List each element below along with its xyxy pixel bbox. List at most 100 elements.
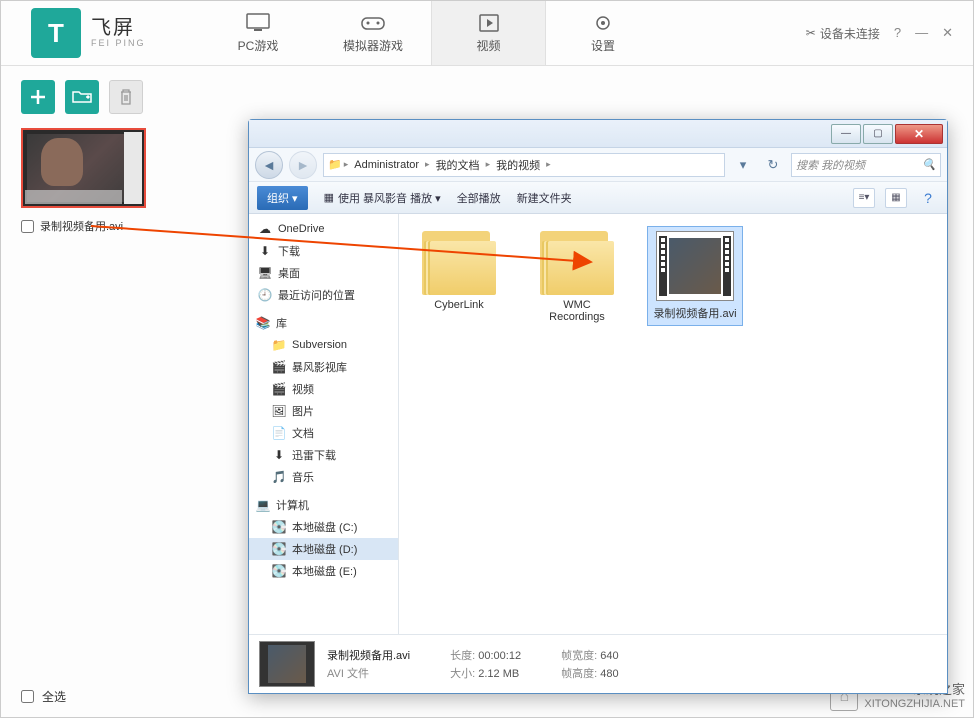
select-all-label: 全选 [42, 688, 66, 705]
breadcrumb-item[interactable]: 我的视频 [492, 157, 544, 173]
preview-pane-button[interactable]: ▦ [885, 188, 907, 208]
help-button[interactable]: ? [894, 25, 901, 41]
close-button[interactable]: ✕ [942, 25, 953, 41]
tree-item-desktop[interactable]: 🖥桌面 [249, 262, 398, 284]
select-all-bar: 全选 [21, 688, 66, 705]
svn-icon: 📁 [271, 337, 287, 353]
download-icon: ⬇ [257, 243, 273, 259]
details-thumbnail [259, 641, 315, 687]
video-icon: 🎬 [271, 381, 287, 397]
drive-icon: 💽 [271, 519, 287, 535]
play-all-button[interactable]: 全部播放 [457, 190, 501, 206]
minimize-button[interactable]: — [915, 25, 928, 41]
tree-item-recent[interactable]: 🕘最近访问的位置 [249, 284, 398, 306]
file-list: CyberLink WMC Recordings 录制视频备用.avi [399, 214, 947, 634]
tab-video[interactable]: 视频 [431, 1, 546, 65]
monitor-icon [244, 13, 272, 33]
explorer-window: — ▢ ✕ ◄ ► 📁 ▸ Administrator ▸ 我的文档 ▸ 我的视… [248, 119, 948, 694]
tree-item-downloads[interactable]: ⬇下载 [249, 240, 398, 262]
app-window: T 飞屏 FEI PING PC游戏 模拟器游戏 视频 设置 [0, 0, 974, 718]
cloud-icon: ☁ [257, 221, 273, 237]
library-icon: 📚 [255, 315, 271, 331]
import-folder-button[interactable] [65, 80, 99, 114]
explorer-nav: ◄ ► 📁 ▸ Administrator ▸ 我的文档 ▸ 我的视频 ▸ ▾ … [249, 148, 947, 182]
breadcrumb-item[interactable]: Administrator [350, 159, 423, 171]
nav-back-button[interactable]: ◄ [255, 151, 283, 179]
disconnect-icon: ✂ [806, 26, 816, 40]
breadcrumb-dropdown[interactable]: ▾ [731, 153, 755, 177]
video-filename: 录制视频备用.avi [40, 218, 123, 234]
logo-text-en: FEI PING [91, 39, 146, 49]
desktop-icon: 🖥 [257, 265, 273, 281]
tree-item-baofeng[interactable]: 🎬暴风影视库 [249, 356, 398, 378]
tree-item-subversion[interactable]: 📁Subversion [249, 334, 398, 356]
download-icon: ⬇ [271, 447, 287, 463]
file-item-folder[interactable]: CyberLink [411, 226, 507, 316]
help-button[interactable]: ? [917, 188, 939, 208]
video-icon: 🎬 [271, 359, 287, 375]
search-input[interactable]: 搜索 我的视频 🔍 [791, 153, 941, 177]
details-filename: 录制视频备用.avi [327, 647, 410, 663]
explorer-close-button[interactable]: ✕ [895, 124, 943, 144]
explorer-minimize-button[interactable]: — [831, 124, 861, 144]
drive-icon: 💽 [271, 563, 287, 579]
video-thumbnail [21, 128, 146, 208]
add-button[interactable] [21, 80, 55, 114]
file-item-video[interactable]: 录制视频备用.avi [647, 226, 743, 326]
delete-button[interactable] [109, 80, 143, 114]
folder-tree: ☁OneDrive ⬇下载 🖥桌面 🕘最近访问的位置 📚库 📁Subversio… [249, 214, 399, 634]
details-pane: 录制视频备用.avi 长度: 00:00:12 帧宽度: 640 AVI 文件 … [249, 634, 947, 692]
details-filetype: AVI 文件 [327, 665, 410, 681]
tree-item-videos[interactable]: 🎬视频 [249, 378, 398, 400]
file-item-folder[interactable]: WMC Recordings [529, 226, 625, 328]
gear-icon [589, 13, 617, 33]
tree-item-onedrive[interactable]: ☁OneDrive [249, 218, 398, 240]
tree-item-drive-e[interactable]: 💽本地磁盘 (E:) [249, 560, 398, 582]
view-mode-button[interactable]: ≡▾ [853, 188, 875, 208]
play-with-button[interactable]: ▦ 使用 暴风影音 播放 ▾ [324, 190, 441, 206]
tab-pc-games[interactable]: PC游戏 [201, 1, 316, 65]
tree-item-documents[interactable]: 📄文档 [249, 422, 398, 444]
video-item[interactable]: 录制视频备用.avi [21, 128, 146, 234]
logo-area: T 飞屏 FEI PING [1, 1, 201, 65]
search-icon: 🔍 [922, 158, 936, 171]
breadcrumb-item[interactable]: 我的文档 [432, 157, 484, 173]
organize-button[interactable]: 组织 ▾ [257, 186, 308, 210]
select-all-checkbox[interactable] [21, 690, 34, 703]
explorer-body: ☁OneDrive ⬇下载 🖥桌面 🕘最近访问的位置 📚库 📁Subversio… [249, 214, 947, 634]
image-icon: 🖼 [271, 403, 287, 419]
logo-text-cn: 飞屏 [91, 17, 146, 39]
device-status: ✂ 设备未连接 [806, 25, 880, 42]
tree-item-drive-c[interactable]: 💽本地磁盘 (C:) [249, 516, 398, 538]
music-icon: 🎵 [271, 469, 287, 485]
play-icon [475, 13, 503, 33]
main-tabs: PC游戏 模拟器游戏 视频 设置 [201, 1, 703, 65]
tree-libraries[interactable]: 📚库 [249, 312, 398, 334]
new-folder-button[interactable]: 新建文件夹 [517, 190, 572, 206]
recent-icon: 🕘 [257, 287, 273, 303]
tree-item-pictures[interactable]: 🖼图片 [249, 400, 398, 422]
nav-forward-button[interactable]: ► [289, 151, 317, 179]
tree-item-xunlei[interactable]: ⬇迅雷下载 [249, 444, 398, 466]
explorer-maximize-button[interactable]: ▢ [863, 124, 893, 144]
computer-icon: 💻 [255, 497, 271, 513]
folder-icon [540, 231, 614, 295]
tab-emulator-games[interactable]: 模拟器游戏 [316, 1, 431, 65]
breadcrumb[interactable]: 📁 ▸ Administrator ▸ 我的文档 ▸ 我的视频 ▸ [323, 153, 725, 177]
drive-icon: 💽 [271, 541, 287, 557]
tree-item-music[interactable]: 🎵音乐 [249, 466, 398, 488]
explorer-toolbar: 组织 ▾ ▦ 使用 暴风影音 播放 ▾ 全部播放 新建文件夹 ≡▾ ▦ ? [249, 182, 947, 214]
folder-icon [422, 231, 496, 295]
refresh-button[interactable]: ↻ [761, 153, 785, 177]
video-checkbox[interactable] [21, 220, 34, 233]
doc-icon: 📄 [271, 425, 287, 441]
folder-icon: 📁 [328, 158, 342, 171]
header-right: ✂ 设备未连接 ? — ✕ [703, 1, 973, 65]
tree-item-drive-d[interactable]: 💽本地磁盘 (D:) [249, 538, 398, 560]
gamepad-icon [359, 13, 387, 33]
app-header: T 飞屏 FEI PING PC游戏 模拟器游戏 视频 设置 [1, 1, 973, 66]
tab-settings[interactable]: 设置 [546, 1, 661, 65]
app-logo: T [31, 8, 81, 58]
explorer-titlebar[interactable]: — ▢ ✕ [249, 120, 947, 148]
tree-computer[interactable]: 💻计算机 [249, 494, 398, 516]
